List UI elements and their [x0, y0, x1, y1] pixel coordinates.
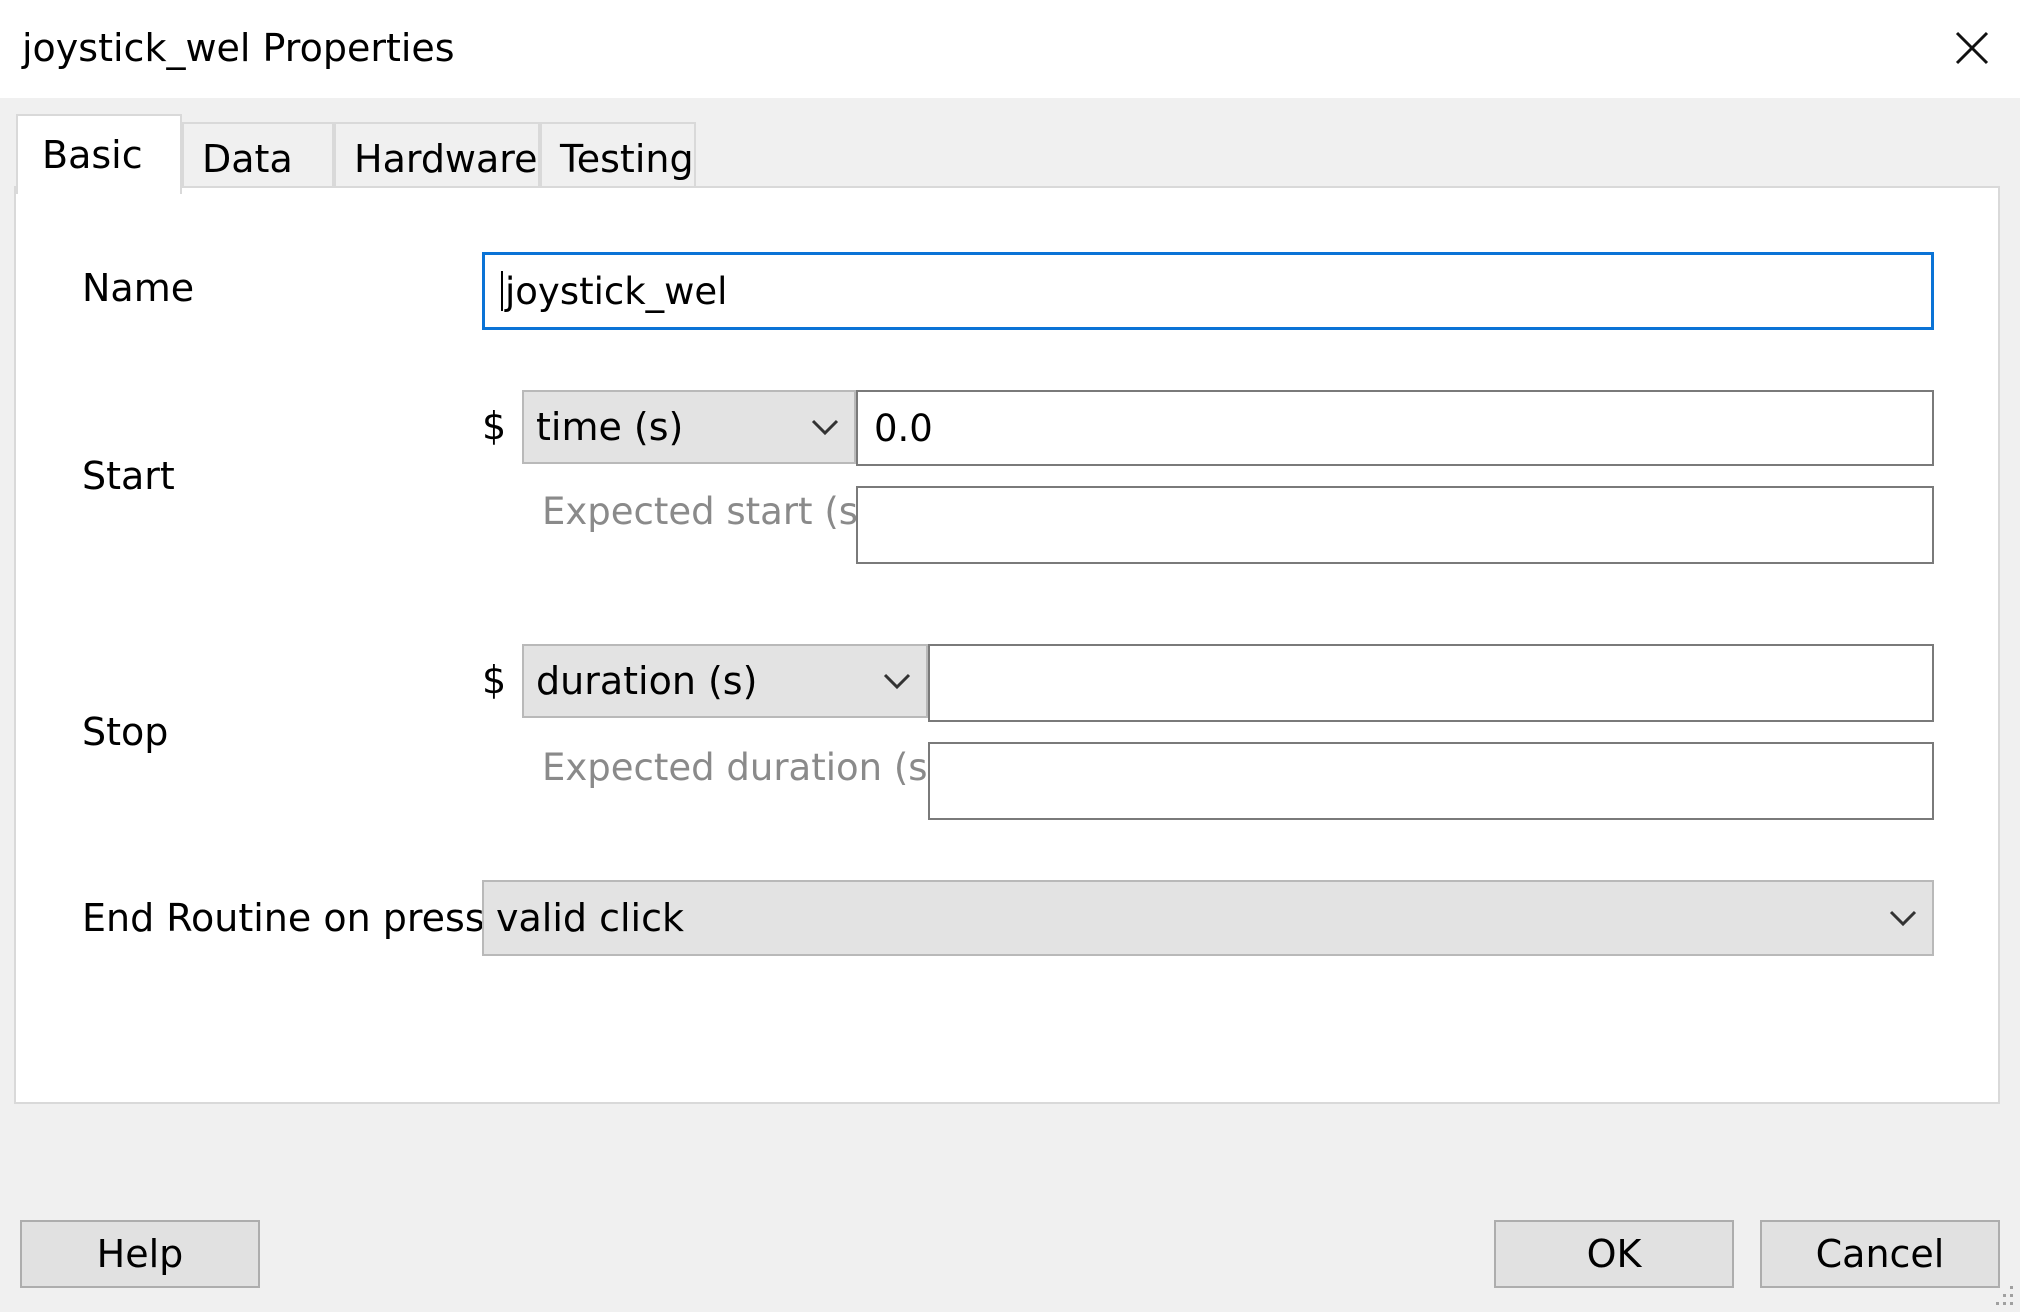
tab-basic[interactable]: Basic [16, 114, 182, 194]
text-caret [501, 271, 503, 311]
title-bar: joystick_wel Properties [0, 0, 2020, 98]
stop-dollar-symbol: $ [482, 658, 507, 702]
ok-button-label: OK [1586, 1232, 1642, 1276]
name-input[interactable]: joystick_wel [482, 252, 1934, 330]
help-button-label: Help [96, 1232, 184, 1276]
end-routine-selected: valid click [496, 896, 684, 940]
tab-basic-label: Basic [42, 133, 143, 177]
help-button[interactable]: Help [20, 1220, 260, 1288]
start-label: Start [82, 454, 175, 498]
tab-testing[interactable]: Testing [540, 122, 696, 194]
start-value-input[interactable]: 0.0 [856, 390, 1934, 466]
cancel-button-label: Cancel [1815, 1232, 1945, 1276]
ok-button[interactable]: OK [1494, 1220, 1734, 1288]
stop-label: Stop [82, 710, 169, 754]
end-routine-dropdown[interactable]: valid click [482, 880, 1934, 956]
tab-data[interactable]: Data [182, 122, 334, 194]
cancel-button[interactable]: Cancel [1760, 1220, 2000, 1288]
chevron-down-icon [1889, 910, 1917, 927]
stop-type-dropdown[interactable]: duration (s) [522, 644, 928, 718]
close-icon [1955, 31, 1989, 65]
resize-grip-icon[interactable] [1996, 1280, 2016, 1308]
expected-duration-label: Expected duration (s) [542, 746, 942, 789]
tab-hardware-label: Hardware [354, 137, 538, 181]
start-dollar-symbol: $ [482, 404, 507, 448]
name-label: Name [82, 266, 195, 310]
start-type-selected: time (s) [536, 405, 684, 449]
stop-type-selected: duration (s) [536, 659, 758, 703]
chevron-down-icon [811, 419, 839, 436]
window-title: joystick_wel Properties [22, 26, 455, 70]
start-type-dropdown[interactable]: time (s) [522, 390, 856, 464]
start-value-text: 0.0 [874, 406, 933, 450]
end-routine-label: End Routine on press [82, 896, 485, 940]
expected-start-input[interactable] [856, 486, 1934, 564]
expected-duration-input[interactable] [928, 742, 1934, 820]
close-button[interactable] [1924, 0, 2020, 96]
expected-start-label: Expected start (s) [542, 490, 873, 533]
tab-hardware[interactable]: Hardware [334, 122, 540, 194]
tab-data-label: Data [202, 137, 293, 181]
tab-testing-label: Testing [560, 137, 694, 181]
stop-value-input[interactable] [928, 644, 1934, 722]
name-input-value: joystick_wel [505, 269, 728, 313]
chevron-down-icon [883, 673, 911, 690]
